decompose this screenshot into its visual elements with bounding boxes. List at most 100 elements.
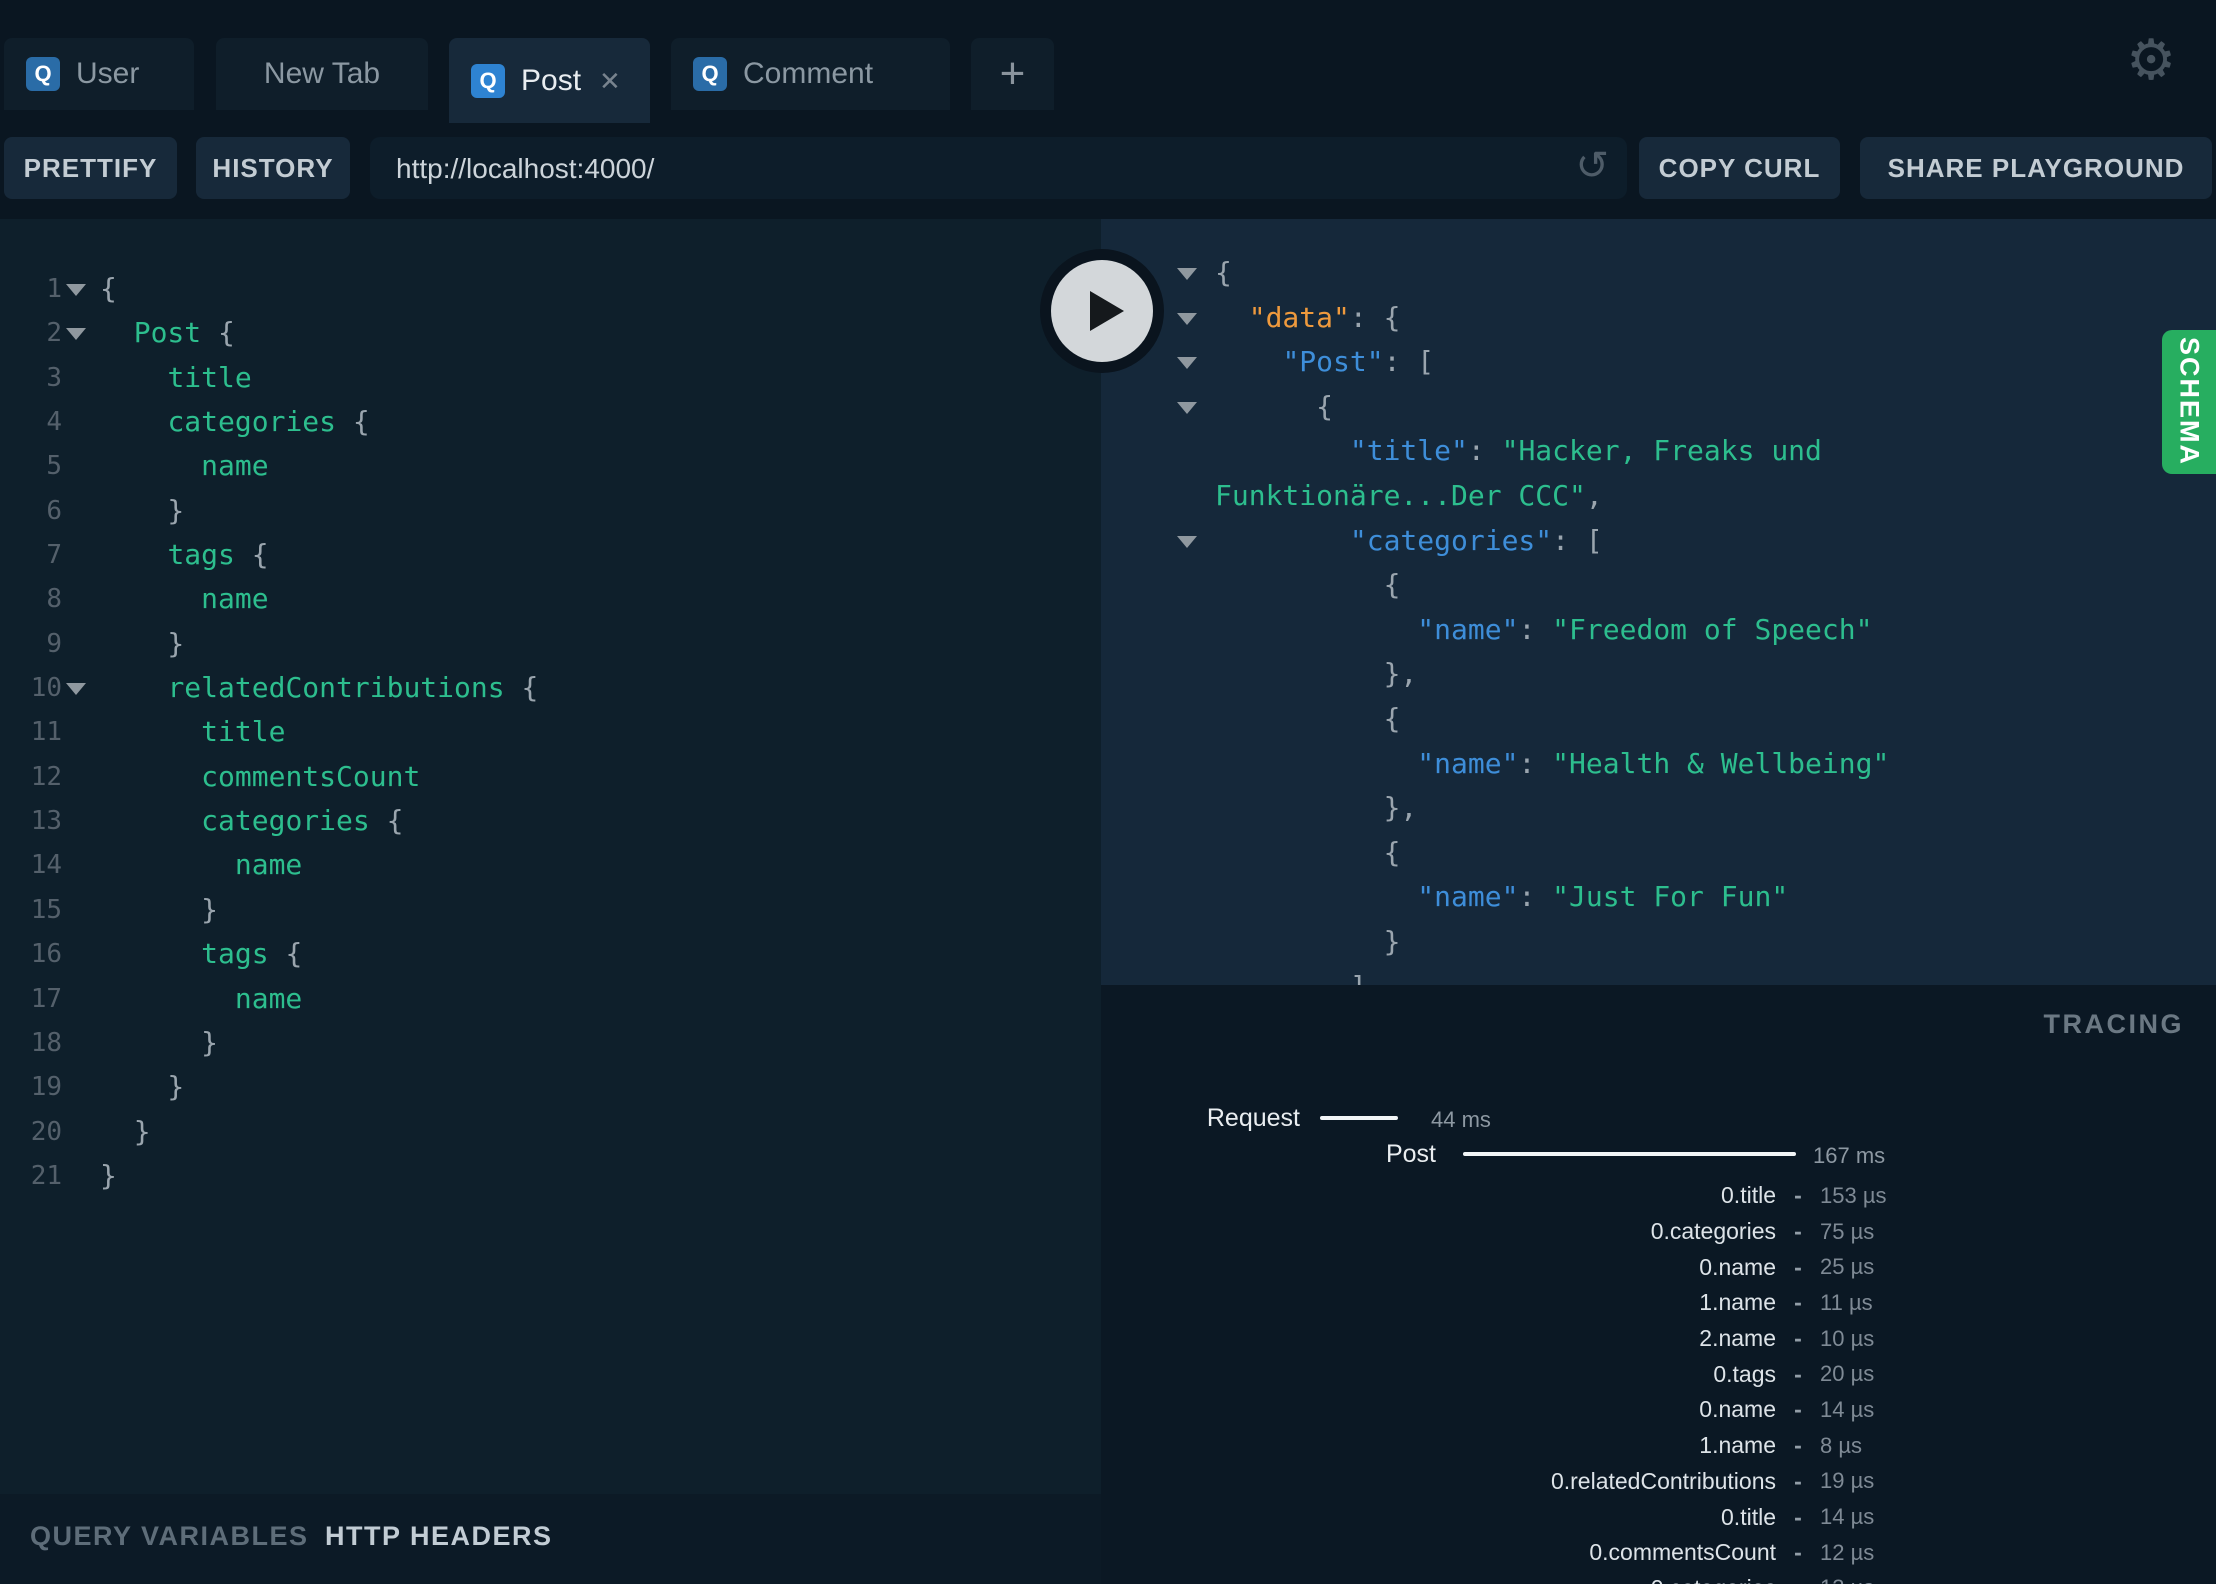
- query-editor-pane[interactable]: 1{2 Post {3 title 4 categories {5 name 6 }…: [0, 219, 1101, 1494]
- query-line: 4 categories {: [0, 400, 1101, 444]
- query-line: 13 categories {: [0, 799, 1101, 843]
- fold-arrow-icon[interactable]: [1177, 401, 1197, 414]
- query-line: 8 name: [0, 577, 1101, 621]
- http-headers-tab[interactable]: HTTP HEADERS: [325, 1521, 553, 1552]
- resolver-path: 0.name: [1699, 1253, 1776, 1280]
- response-line: ]: [1101, 965, 2216, 986]
- bottom-panel-bar: QUERY VARIABLES HTTP HEADERS: [0, 1494, 1101, 1584]
- line-number: 1: [46, 274, 62, 304]
- resolver-duration: 13 µs: [1820, 1575, 1874, 1584]
- query-line: 19 }: [0, 1065, 1101, 1109]
- tab-label: User: [76, 57, 140, 90]
- tab-post[interactable]: Q Post ✕: [449, 38, 650, 123]
- response-line: {: [1215, 835, 1401, 869]
- fold-arrow-icon[interactable]: [1177, 357, 1197, 370]
- schema-tab-label: SCHEMA: [2174, 337, 2205, 467]
- response-line: "title": "Hacker, Freaks und: [1349, 434, 1822, 468]
- query-badge-icon: Q: [26, 57, 60, 91]
- resolver-dash: -: [1794, 1396, 1802, 1423]
- response-line: "categories": [: [1101, 519, 2216, 564]
- resolver-dash: -: [1794, 1432, 1802, 1459]
- query-line: 21}: [0, 1154, 1101, 1198]
- line-number: 14: [30, 850, 62, 881]
- resolver-dash: -: [1794, 1218, 1802, 1245]
- query-line: 9 }: [0, 622, 1101, 666]
- fold-arrow-icon[interactable]: [1177, 535, 1197, 548]
- endpoint-url-input[interactable]: [394, 137, 1538, 201]
- resolver-dash: -: [1794, 1467, 1802, 1494]
- line-number: 12: [30, 761, 62, 792]
- query-line: 14 name: [0, 843, 1101, 887]
- query-line: 7 tags {: [0, 533, 1101, 577]
- close-icon[interactable]: ✕: [599, 68, 621, 94]
- fold-arrow-icon[interactable]: [66, 328, 86, 341]
- query-line: 5 name: [0, 444, 1101, 488]
- share-playground-button[interactable]: SHARE PLAYGROUND: [1860, 137, 2212, 199]
- tab-label: Post: [521, 63, 582, 97]
- response-line: "name": "Freedom of Speech": [1417, 612, 1873, 646]
- execute-query-button[interactable]: [1040, 249, 1164, 373]
- tracing-resolver-row: 0.name -14 µs: [1101, 1392, 2216, 1428]
- resolver-duration: 75 µs: [1820, 1218, 1875, 1244]
- tracing-resolver-row: 0.title -14 µs: [1101, 1499, 2216, 1535]
- query-variables-tab[interactable]: QUERY VARIABLES: [30, 1521, 309, 1552]
- response-line: "Post": [: [1101, 340, 2216, 385]
- query-line: 17 name: [0, 977, 1101, 1021]
- response-line: {: [1215, 701, 1401, 735]
- query-line: 6 }: [0, 489, 1101, 533]
- resolver-path: 0.title: [1721, 1182, 1776, 1209]
- settings-gear-icon[interactable]: ⚙: [2126, 28, 2176, 93]
- play-icon: [1090, 291, 1124, 331]
- query-line: 10 relatedContributions {: [0, 666, 1101, 710]
- resolver-duration: 19 µs: [1820, 1468, 1875, 1494]
- graphql-playground-window: Q User New Tab Q Post ✕ Q Comment + ⚙ PR…: [0, 0, 2216, 1584]
- resolver-duration: 14 µs: [1820, 1504, 1875, 1530]
- line-number: 6: [46, 495, 62, 526]
- query-line: 1{: [0, 267, 1101, 311]
- response-line: "name": "Health & Wellbeing": [1417, 746, 1890, 780]
- endpoint-url-bar: ↺: [370, 137, 1627, 201]
- response-line: }: [1215, 924, 1401, 958]
- new-tab-button[interactable]: +: [971, 38, 1054, 110]
- tracing-resolver-row: 0.tags -20 µs: [1101, 1356, 2216, 1392]
- copy-curl-button[interactable]: COPY CURL: [1639, 137, 1840, 199]
- resolver-path: 2.name: [1699, 1325, 1776, 1352]
- tracing-rows: 0.title -153 µs 0.categories -75 µs 0.name -2…: [1101, 1178, 2216, 1584]
- line-number: 15: [30, 894, 62, 925]
- resolver-path: 0.name: [1699, 1396, 1776, 1423]
- tracing-span-post-bar: [1463, 1152, 1796, 1156]
- tracing-span-post-label: Post: [1385, 1140, 1436, 1168]
- refresh-schema-icon[interactable]: ↺: [1575, 143, 1609, 189]
- tracing-resolver-row: 2.name -10 µs: [1101, 1321, 2216, 1357]
- response-line: Funktionäre...Der CCC",: [1215, 478, 1603, 512]
- schema-tab-button[interactable]: SCHEMA: [2162, 330, 2216, 474]
- response-lines: { "data": { "Post": [ { "title": "Hacker…: [1101, 251, 2216, 985]
- resolver-dash: -: [1794, 1360, 1802, 1387]
- line-number: 5: [46, 451, 62, 482]
- history-button[interactable]: HISTORY: [196, 137, 350, 199]
- line-number: 17: [30, 983, 62, 1014]
- tab-user[interactable]: Q User: [4, 38, 194, 110]
- tracing-resolver-row: 0.relatedContributions -19 µs: [1101, 1464, 2216, 1500]
- query-editor-lines: 1{2 Post {3 title 4 categories {5 name 6 }…: [0, 267, 1101, 1198]
- fold-arrow-icon[interactable]: [1177, 268, 1197, 280]
- resolver-duration: 14 µs: [1820, 1396, 1875, 1422]
- query-line: 20 }: [0, 1110, 1101, 1154]
- tab-comment[interactable]: Q Comment: [671, 38, 950, 110]
- query-line: 18 }: [0, 1021, 1101, 1065]
- line-number: 3: [46, 362, 62, 393]
- resolver-dash: -: [1794, 1539, 1802, 1566]
- tab-new-tab[interactable]: New Tab: [216, 38, 428, 110]
- resolver-path: 0.tags: [1713, 1360, 1776, 1387]
- fold-arrow-icon[interactable]: [1177, 312, 1197, 325]
- fold-arrow-icon[interactable]: [66, 284, 86, 296]
- tab-label: Comment: [743, 57, 874, 90]
- prettify-button[interactable]: PRETTIFY: [4, 137, 177, 199]
- line-number: 8: [46, 584, 62, 615]
- fold-arrow-icon[interactable]: [66, 683, 86, 696]
- resolver-path: 0.commentsCount: [1589, 1539, 1776, 1566]
- tracing-resolver-row: 0.title -153 µs: [1101, 1178, 2216, 1214]
- response-line: {: [1101, 385, 2216, 430]
- line-number: 11: [30, 717, 62, 748]
- resolver-duration: 20 µs: [1820, 1361, 1875, 1387]
